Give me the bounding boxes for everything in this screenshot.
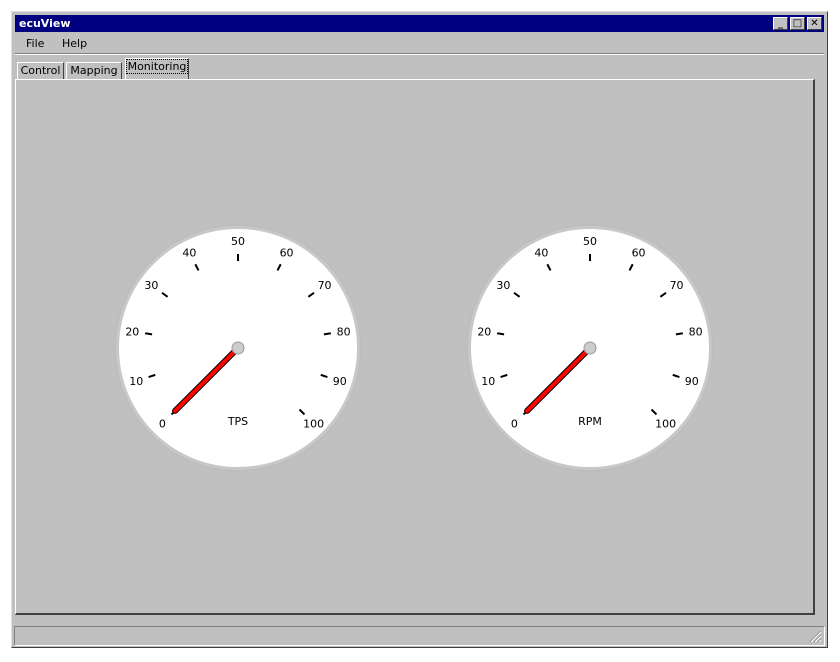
menu-divider xyxy=(15,54,824,55)
tps-tick-label: 40 xyxy=(182,247,196,260)
menu-help[interactable]: Help xyxy=(62,37,87,50)
rpm-needle-hub xyxy=(583,341,597,355)
rpm-tick-label: 30 xyxy=(496,279,510,292)
rpm-tick-mark xyxy=(497,332,505,336)
maximize-button[interactable]: □ xyxy=(790,17,805,30)
rpm-gauge: 0 10 20 30 40 50 60 70 80 90 100 RPM xyxy=(466,224,714,472)
app-window: ecuView _ □ ✕ File Help Control Mapping … xyxy=(11,11,828,648)
tps-tick-mark xyxy=(145,332,153,336)
monitoring-panel: 0 10 20 30 40 50 60 70 80 90 100 TPS 0 10 20 30 40 50 60 7… xyxy=(15,79,815,615)
tps-tick-label: 30 xyxy=(144,279,158,292)
tab-mapping[interactable]: Mapping xyxy=(66,62,122,79)
rpm-tick-label: 100 xyxy=(655,418,676,431)
rpm-tick-label: 50 xyxy=(583,235,597,248)
rpm-gauge-label: RPM xyxy=(578,415,602,428)
menu-file[interactable]: File xyxy=(26,37,44,50)
tps-tick-label: 60 xyxy=(280,247,294,260)
status-bar xyxy=(14,626,825,646)
tps-tick-label: 0 xyxy=(159,418,166,431)
rpm-tick-mark xyxy=(675,332,683,336)
rpm-tick-label: 0 xyxy=(511,418,518,431)
close-button[interactable]: ✕ xyxy=(807,17,822,30)
rpm-tick-label: 70 xyxy=(670,279,684,292)
tps-tick-label: 80 xyxy=(337,325,351,338)
tps-gauge: 0 10 20 30 40 50 60 70 80 90 100 TPS xyxy=(114,224,362,472)
minimize-button[interactable]: _ xyxy=(773,17,788,30)
tps-tick-label: 20 xyxy=(125,325,139,338)
tab-monitoring-label: Monitoring xyxy=(125,59,189,74)
rpm-tick-label: 40 xyxy=(534,247,548,260)
rpm-tick-label: 80 xyxy=(689,325,703,338)
tps-tick-label: 50 xyxy=(231,235,245,248)
tps-tick-label: 90 xyxy=(333,375,347,388)
resize-grip-icon[interactable] xyxy=(809,630,822,643)
tab-monitoring[interactable]: Monitoring xyxy=(125,58,189,79)
rpm-tick-label: 20 xyxy=(477,325,491,338)
tab-mapping-label: Mapping xyxy=(70,64,118,77)
menu-bar: File Help xyxy=(15,33,824,54)
tab-control-label: Control xyxy=(20,64,61,77)
rpm-tick-label: 90 xyxy=(685,375,699,388)
tps-tick-label: 100 xyxy=(303,418,324,431)
title-bar[interactable]: ecuView _ □ ✕ xyxy=(15,15,824,32)
window-title: ecuView xyxy=(19,17,71,30)
rpm-tick-label: 60 xyxy=(632,247,646,260)
tps-gauge-label: TPS xyxy=(227,415,248,428)
tps-tick-label: 70 xyxy=(318,279,332,292)
tps-needle-hub xyxy=(231,341,245,355)
tab-control[interactable]: Control xyxy=(17,62,64,79)
tps-tick-label: 10 xyxy=(129,375,143,388)
tps-tick-mark xyxy=(323,332,331,336)
rpm-tick-label: 10 xyxy=(481,375,495,388)
